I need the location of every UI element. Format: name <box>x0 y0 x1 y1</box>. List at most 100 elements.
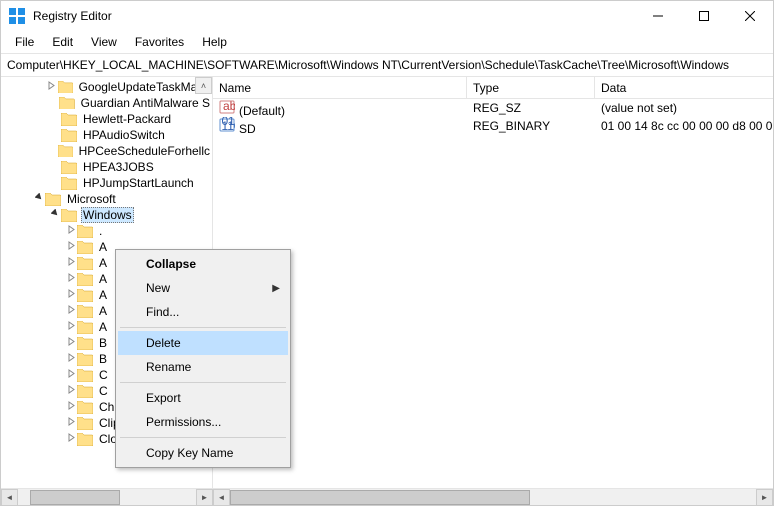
chevron-right-icon[interactable] <box>65 273 77 285</box>
list-hscroll[interactable]: ◄ ► <box>213 489 773 505</box>
tree-item-label: A <box>97 304 109 318</box>
col-type[interactable]: Type <box>467 77 595 98</box>
hscroll-area: ◄ ► ◄ ► <box>1 488 773 505</box>
chevron-right-icon[interactable] <box>65 337 77 349</box>
folder-icon <box>58 81 73 94</box>
ctx-collapse[interactable]: Collapse <box>118 252 288 276</box>
chevron-right-icon[interactable] <box>65 417 77 429</box>
tree-item[interactable]: HPEA3JOBS <box>1 159 212 175</box>
tree-item-label: A <box>97 240 109 254</box>
list-hscroll-thumb[interactable] <box>230 490 530 505</box>
tree-item-label: A <box>97 320 109 334</box>
address-bar[interactable]: Computer\HKEY_LOCAL_MACHINE\SOFTWARE\Mic… <box>1 53 773 77</box>
close-button[interactable] <box>727 1 773 31</box>
window-controls <box>635 1 773 31</box>
ctx-copy-key-name[interactable]: Copy Key Name <box>118 441 288 465</box>
tree-item[interactable]: Windows <box>1 207 212 223</box>
tree-item[interactable]: Microsoft <box>1 191 212 207</box>
chevron-right-icon[interactable] <box>65 385 77 397</box>
folder-icon <box>77 241 93 254</box>
chevron-down-icon[interactable] <box>49 209 61 221</box>
folder-icon <box>58 145 73 158</box>
value-type: REG_SZ <box>467 101 595 115</box>
value-data: (value not set) <box>595 101 773 115</box>
menu-favorites[interactable]: Favorites <box>127 33 192 51</box>
tree-item-label: GoogleUpdateTaskMach <box>77 80 212 94</box>
tree-item-label: HPAudioSwitch <box>81 128 167 142</box>
chevron-down-icon[interactable] <box>33 193 45 205</box>
folder-icon <box>77 433 93 446</box>
menu-help[interactable]: Help <box>194 33 235 51</box>
chevron-right-icon[interactable] <box>65 225 77 237</box>
tree-item[interactable]: . <box>1 223 212 239</box>
list-header: Name Type Data <box>213 77 773 99</box>
submenu-arrow-icon: ▶ <box>272 283 280 294</box>
tree-item[interactable]: Hewlett-Packard <box>1 111 212 127</box>
chevron-right-icon[interactable] <box>65 433 77 445</box>
chevron-right-icon[interactable] <box>65 353 77 365</box>
ctx-delete[interactable]: Delete <box>118 331 288 355</box>
tree-item[interactable]: GoogleUpdateTaskMach <box>1 79 212 95</box>
menu-file[interactable]: File <box>7 33 42 51</box>
value-row[interactable]: ab(Default)REG_SZ(value not set) <box>213 99 773 117</box>
separator <box>120 382 286 383</box>
tree-item-label: Hewlett-Packard <box>81 112 173 126</box>
menu-edit[interactable]: Edit <box>44 33 81 51</box>
folder-icon <box>77 257 93 270</box>
tree-item-label: C <box>97 384 110 398</box>
minimize-button[interactable] <box>635 1 681 31</box>
folder-icon <box>77 417 93 430</box>
ctx-rename[interactable]: Rename <box>118 355 288 379</box>
col-name[interactable]: Name <box>213 77 467 98</box>
chevron-right-icon[interactable] <box>65 257 77 269</box>
ctx-find[interactable]: Find... <box>118 300 288 324</box>
tree-item-label: HPJumpStartLaunch <box>81 176 196 190</box>
folder-icon <box>77 321 93 334</box>
tree-item[interactable]: HPJumpStartLaunch <box>1 175 212 191</box>
scroll-right-icon[interactable]: ► <box>196 489 213 506</box>
value-name: SD <box>239 122 256 136</box>
tree-item-label: B <box>97 336 109 350</box>
tree-item[interactable]: HPAudioSwitch <box>1 127 212 143</box>
tree-item[interactable]: HPCeeScheduleForhellc <box>1 143 212 159</box>
tree-hscroll-thumb[interactable] <box>30 490 120 505</box>
value-row[interactable]: 011110SDREG_BINARY01 00 14 8c cc 00 00 0… <box>213 117 773 135</box>
binary-value-icon: 011110 <box>219 117 235 133</box>
string-value-icon: ab <box>219 99 235 115</box>
ctx-permissions[interactable]: Permissions... <box>118 410 288 434</box>
ctx-new[interactable]: New▶ <box>118 276 288 300</box>
folder-icon <box>59 97 75 110</box>
folder-icon <box>77 225 93 238</box>
scroll-left-icon[interactable]: ◄ <box>213 489 230 506</box>
tree-item-label: Guardian AntiMalware S <box>79 96 212 110</box>
scroll-left-icon[interactable]: ◄ <box>1 489 18 506</box>
value-name-cell: 011110 SD <box>213 117 467 136</box>
folder-icon <box>77 401 93 414</box>
scroll-up-button[interactable]: ˄ <box>195 77 212 94</box>
scroll-right-icon[interactable]: ► <box>756 489 773 506</box>
tree-hscroll[interactable]: ◄ ► <box>1 489 213 505</box>
tree-item-label: A <box>97 288 109 302</box>
chevron-right-icon[interactable] <box>65 369 77 381</box>
chevron-right-icon[interactable] <box>65 241 77 253</box>
col-data[interactable]: Data <box>595 77 773 98</box>
tree-item-label: HPCeeScheduleForhellc <box>77 144 212 158</box>
tree-item-label: HPEA3JOBS <box>81 160 156 174</box>
tree-item-label: Microsoft <box>65 192 118 206</box>
value-data: 01 00 14 8c cc 00 00 00 d8 00 00 <box>595 119 773 133</box>
maximize-button[interactable] <box>681 1 727 31</box>
chevron-right-icon[interactable] <box>65 305 77 317</box>
chevron-right-icon[interactable] <box>65 321 77 333</box>
chevron-right-icon[interactable] <box>65 401 77 413</box>
menu-view[interactable]: View <box>83 33 125 51</box>
tree-item[interactable]: Guardian AntiMalware S <box>1 95 212 111</box>
tree-item-label: C <box>97 368 110 382</box>
chevron-right-icon[interactable] <box>65 289 77 301</box>
folder-icon <box>61 161 77 174</box>
ctx-export[interactable]: Export <box>118 386 288 410</box>
folder-icon <box>61 177 77 190</box>
separator <box>120 437 286 438</box>
chevron-right-icon[interactable] <box>46 81 57 93</box>
app-icon <box>9 8 25 24</box>
values-pane: Name Type Data ab(Default)REG_SZ(value n… <box>213 77 773 488</box>
